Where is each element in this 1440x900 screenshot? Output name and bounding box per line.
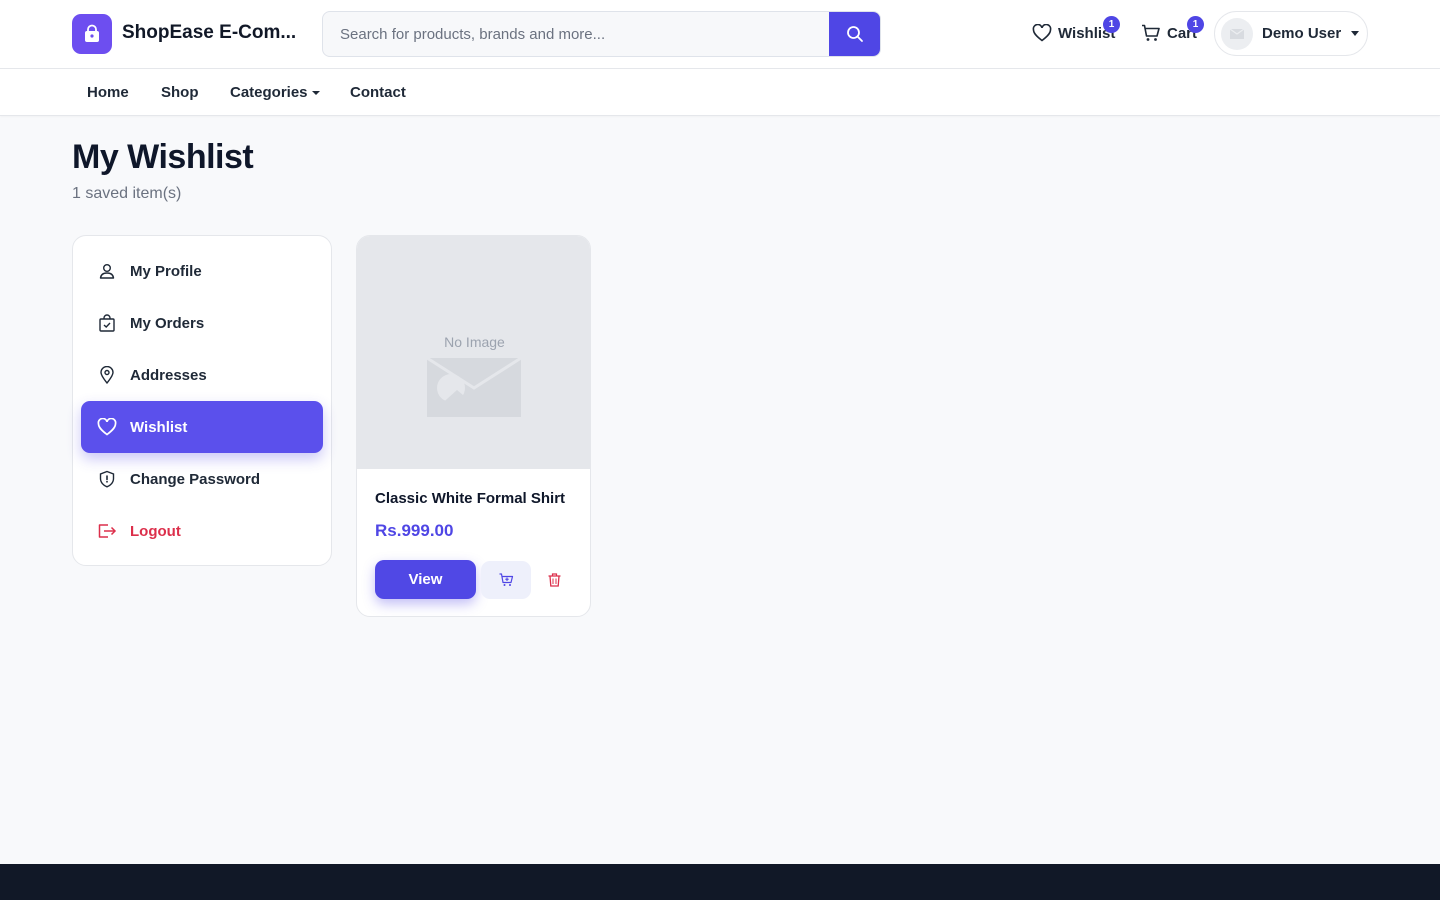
sidebar-item-orders[interactable]: My Orders bbox=[81, 297, 323, 349]
search-input[interactable] bbox=[323, 12, 831, 56]
account-sidebar: My Profile My Orders Addresses Wishlist … bbox=[72, 235, 332, 566]
nav-shop[interactable]: Shop bbox=[161, 84, 199, 101]
avatar-placeholder-icon bbox=[1230, 28, 1244, 39]
logout-icon bbox=[97, 521, 117, 541]
trash-icon bbox=[548, 573, 560, 587]
bag-check-icon bbox=[97, 313, 117, 333]
add-to-cart-button[interactable] bbox=[481, 561, 531, 599]
heart-icon bbox=[97, 417, 117, 437]
user-menu[interactable]: Demo User bbox=[1214, 11, 1368, 56]
product-price: Rs.999.00 bbox=[375, 521, 454, 540]
shield-icon bbox=[97, 469, 117, 489]
product-image-placeholder[interactable]: No Image bbox=[357, 236, 590, 469]
nav-contact[interactable]: Contact bbox=[350, 84, 406, 101]
image-placeholder-icon bbox=[427, 358, 521, 417]
shopping-bag-icon bbox=[85, 24, 99, 42]
logo[interactable] bbox=[72, 14, 112, 54]
search-button[interactable] bbox=[829, 12, 880, 56]
nav-home[interactable]: Home bbox=[87, 84, 129, 101]
caret-down-icon bbox=[311, 90, 320, 95]
user-icon bbox=[97, 261, 117, 281]
view-product-button[interactable]: View bbox=[375, 560, 476, 599]
main-nav: Home Shop Categories Contact bbox=[0, 69, 1440, 116]
sidebar-item-logout[interactable]: Logout bbox=[81, 505, 323, 557]
search-bar bbox=[322, 11, 881, 57]
search-icon bbox=[846, 26, 863, 42]
cart-plus-icon bbox=[499, 573, 513, 586]
avatar bbox=[1221, 17, 1253, 50]
sidebar-item-profile[interactable]: My Profile bbox=[81, 245, 323, 297]
heart-icon bbox=[1032, 24, 1052, 42]
wishlist-product-card: No Image Classic White Formal Shirt Rs.9… bbox=[356, 235, 591, 617]
sidebar-item-change-password[interactable]: Change Password bbox=[81, 453, 323, 505]
sidebar-item-addresses[interactable]: Addresses bbox=[81, 349, 323, 401]
nav-categories[interactable]: Categories bbox=[230, 84, 320, 101]
top-header: ShopEase E-Com... Wishlist 1 Cart 1 bbox=[0, 0, 1440, 69]
chevron-down-icon bbox=[1351, 31, 1360, 36]
user-name: Demo User bbox=[1262, 25, 1342, 42]
wishlist-count-badge: 1 bbox=[1103, 16, 1120, 33]
product-name[interactable]: Classic White Formal Shirt bbox=[375, 490, 565, 507]
remove-from-wishlist-button[interactable] bbox=[539, 561, 569, 599]
brand-name[interactable]: ShopEase E-Com... bbox=[122, 22, 296, 44]
footer bbox=[0, 864, 1440, 900]
cart-icon bbox=[1142, 24, 1160, 41]
location-pin-icon bbox=[97, 365, 117, 385]
page-subtitle: 1 saved item(s) bbox=[72, 185, 182, 202]
cart-count-badge: 1 bbox=[1187, 16, 1204, 33]
page-title: My Wishlist bbox=[72, 138, 254, 176]
no-image-label: No Image bbox=[444, 334, 505, 350]
sidebar-item-wishlist[interactable]: Wishlist bbox=[81, 401, 323, 453]
